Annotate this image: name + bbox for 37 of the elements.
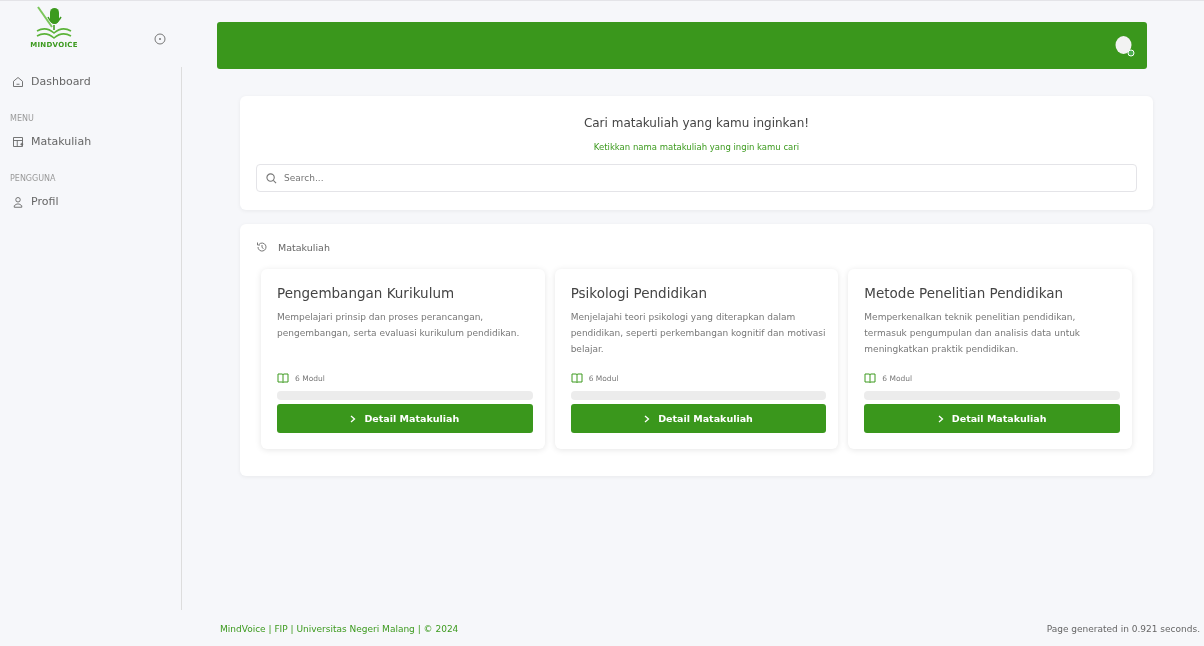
sidebar-heading: PENGGUNA	[9, 173, 57, 185]
sidebar-item-label[interactable]: Profil	[31, 195, 59, 208]
book-icon	[570, 373, 583, 383]
course-title: Psikologi Pendidikan	[570, 285, 709, 301]
history-icon	[256, 241, 268, 253]
course-description: Memperkenalkan teknik penelitian pendidikan, termasuk pengumpulan dan analisis data untuk meningkatkan praktik pendidikan.	[864, 311, 1082, 356]
sidebar-item[interactable]: Matakuliah	[0, 127, 181, 156]
user-icon	[12, 195, 24, 208]
search-subtitle: Ketikkan nama matakuliah yang ingin kamu cari	[593, 142, 800, 152]
course-title: Pengembangan Kurikulum	[277, 285, 456, 301]
section-heading: Matakuliah	[278, 241, 330, 253]
sidebar-heading: MENU	[9, 113, 35, 125]
book-icon	[277, 373, 289, 383]
sidebar-item-label[interactable]: Matakuliah	[31, 135, 92, 148]
course-title: Metode Penelitian Pendidikan	[864, 285, 1065, 301]
circle-dot-icon[interactable]	[154, 33, 166, 45]
course-description: Menjelajahi teori psikologi yang diterapkan dalam pendidikan, seperti perkembangan kognitif dan motivasi belajar.	[570, 311, 827, 356]
search-field[interactable]: Search...	[256, 164, 1137, 192]
home-icon	[12, 75, 24, 88]
sidebar-item-label[interactable]: Dashboard	[31, 75, 91, 88]
avatar-icon[interactable]	[1113, 34, 1135, 57]
detail-button[interactable]: Detail Matakuliah	[864, 404, 1120, 433]
footer-credits: MindVoice | FIP | Universitas Negeri Malang | © 2024	[220, 624, 459, 634]
course-description: Mempelajari prinsip dan proses perancangan, pengembangan, serta evaluasi kurikulum pendidikan.	[277, 311, 521, 340]
sidebar-item[interactable]: Dashboard	[0, 67, 181, 96]
chevron-icon	[644, 414, 651, 423]
sidebar-item[interactable]: Profil	[0, 187, 181, 216]
search-icon	[266, 173, 277, 184]
chevron-icon	[937, 414, 944, 423]
search-title: Cari matakuliah yang kamu inginkan!	[583, 116, 810, 130]
table-icon	[12, 135, 24, 148]
page-timing: Page generated in 0.921 seconds.	[1046, 624, 1200, 634]
detail-button[interactable]: Detail Matakuliah	[570, 404, 827, 433]
logo-icon	[34, 5, 74, 41]
detail-button[interactable]: Detail Matakuliah	[277, 404, 533, 433]
book-icon	[864, 373, 877, 383]
chevron-icon	[350, 414, 357, 423]
